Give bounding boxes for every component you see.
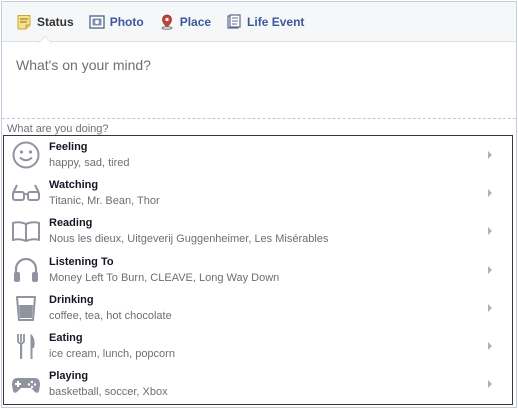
activity-prompt[interactable]: What are you doing? — [2, 118, 516, 136]
activity-examples: ice cream, lunch, popcorn — [49, 348, 175, 361]
activity-name: Drinking — [49, 293, 94, 306]
photo-icon — [88, 14, 105, 29]
gamepad-icon — [11, 369, 41, 399]
activity-name: Listening To — [49, 255, 114, 268]
activity-drinking[interactable]: Drinking coffee, tea, hot chocolate — [4, 289, 512, 327]
chevron-right-icon — [488, 265, 492, 274]
life-event-icon — [227, 13, 241, 29]
activity-playing[interactable]: Playing basketball, soccer, Xbox — [4, 365, 512, 403]
activity-name: Eating — [49, 332, 83, 345]
activity-examples: coffee, tea, hot chocolate — [49, 309, 172, 322]
activity-eating[interactable]: Eating ice cream, lunch, popcorn — [4, 327, 512, 365]
chevron-right-icon — [488, 151, 492, 160]
tab-status[interactable]: Status — [16, 2, 74, 43]
activity-prompt-label: What are you doing? — [7, 123, 109, 135]
tab-life-event[interactable]: Life Event — [226, 2, 304, 42]
status-icon — [17, 14, 31, 29]
cup-icon — [11, 293, 41, 323]
activity-examples: basketball, soccer, Xbox — [49, 386, 168, 399]
activity-examples: Money Left To Burn, CLEAVE, Long Way Dow… — [49, 271, 280, 284]
headphones-icon — [11, 255, 41, 285]
tab-life-event-label: Life Event — [247, 14, 305, 29]
status-input[interactable]: What's on your mind? — [2, 42, 516, 118]
tab-place-label: Place — [179, 14, 212, 29]
activity-name: Playing — [49, 370, 89, 383]
tab-place[interactable]: Place — [159, 2, 211, 42]
activity-feeling[interactable]: Feeling happy, sad, tired — [4, 136, 512, 174]
chevron-right-icon — [488, 380, 492, 389]
smiley-icon — [11, 140, 41, 170]
activity-list: Feeling happy, sad, tired Watching Titan… — [3, 135, 513, 405]
activity-listening[interactable]: Listening To Money Left To Burn, CLEAVE,… — [4, 251, 512, 289]
chevron-right-icon — [488, 189, 492, 198]
tab-photo-label: Photo — [109, 14, 144, 29]
activity-examples: Nous les dieux, Uitgeverij Guggenheimer,… — [49, 233, 329, 246]
tab-status-label: Status — [37, 14, 74, 29]
tab-photo[interactable]: Photo — [88, 2, 144, 42]
chevron-right-icon — [488, 342, 492, 351]
fork-knife-icon — [11, 331, 41, 361]
book-icon — [11, 216, 41, 246]
activity-watching[interactable]: Watching Titanic, Mr. Bean, Thor — [4, 174, 512, 212]
status-placeholder: What's on your mind? — [16, 57, 151, 73]
activity-examples: Titanic, Mr. Bean, Thor — [49, 195, 160, 208]
activity-name: Watching — [49, 179, 99, 192]
place-icon — [161, 14, 173, 30]
activity-name: Feeling — [49, 141, 88, 154]
activity-name: Reading — [49, 217, 93, 230]
activity-examples: happy, sad, tired — [49, 157, 130, 170]
activity-reading[interactable]: Reading Nous les dieux, Uitgeverij Gugge… — [4, 212, 512, 250]
composer-tabs: Status Photo Place Life Event — [2, 2, 516, 43]
chevron-right-icon — [488, 227, 492, 236]
glasses-icon — [11, 178, 41, 208]
chevron-right-icon — [488, 303, 492, 312]
